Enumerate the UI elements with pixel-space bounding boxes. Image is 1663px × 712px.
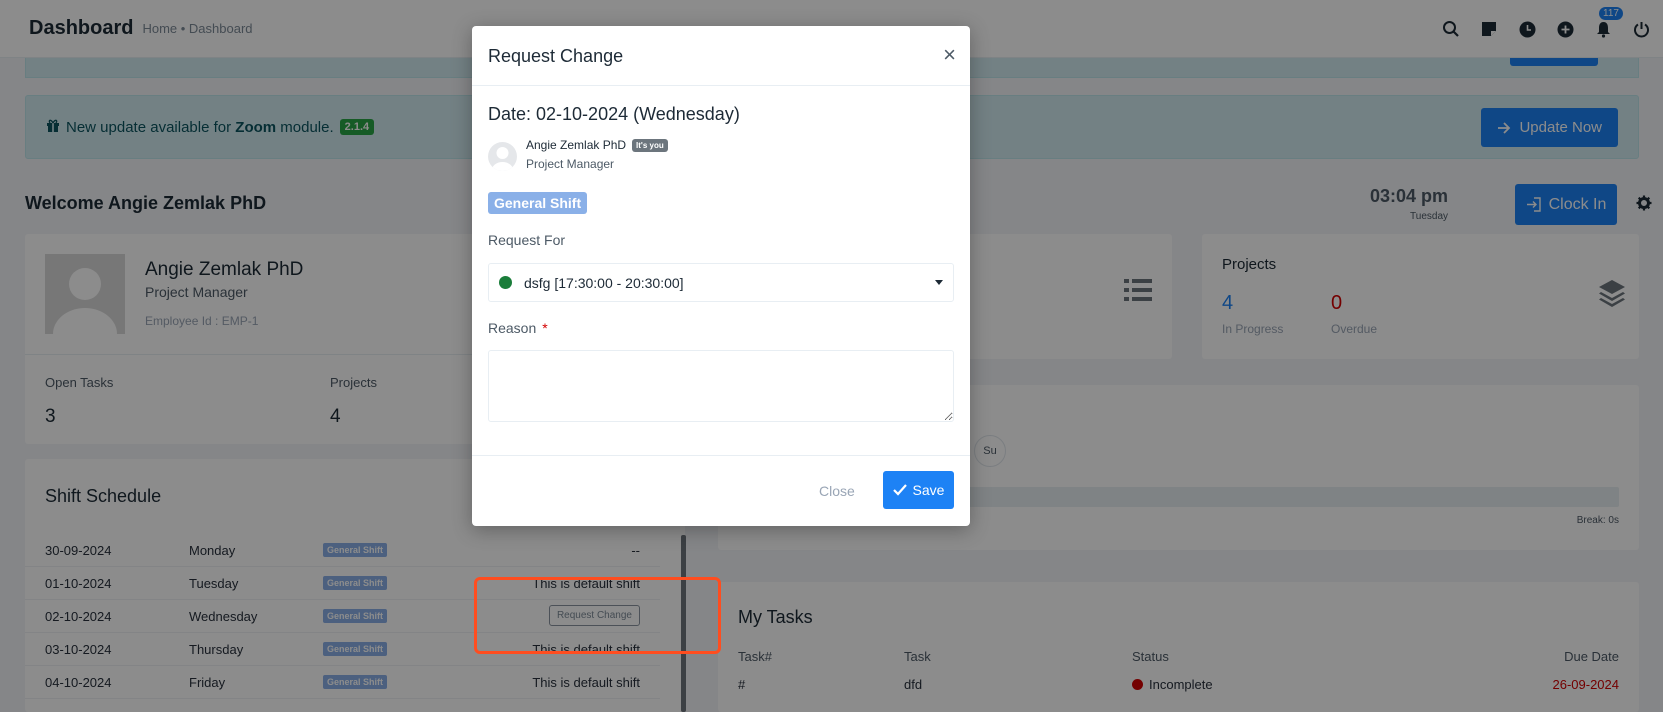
- reason-label-text: Reason: [488, 320, 537, 336]
- request-change-modal: Request Change × Date: 02-10-2024 (Wedne…: [472, 26, 970, 526]
- close-icon[interactable]: ×: [943, 44, 956, 66]
- modal-title: Request Change: [488, 46, 624, 66]
- modal-user-role: Project Manager: [526, 157, 615, 171]
- modal-header: Request Change ×: [472, 26, 970, 86]
- request-for-label: Request For: [488, 232, 566, 248]
- close-button[interactable]: Close: [819, 483, 855, 499]
- modal-user-name: Angie Zemlak PhD It's you: [526, 138, 668, 152]
- reason-label: Reason *: [488, 320, 548, 336]
- its-you-badge: It's you: [632, 139, 668, 152]
- shift-color-dot-icon: [499, 276, 512, 289]
- reason-textarea[interactable]: [488, 350, 954, 422]
- save-button[interactable]: Save: [883, 471, 954, 509]
- request-for-value: dsfg [17:30:00 - 20:30:00]: [524, 274, 684, 291]
- modal-footer: Close Save: [472, 455, 970, 526]
- modal-user-name-text: Angie Zemlak PhD: [526, 138, 627, 152]
- request-for-select[interactable]: dsfg [17:30:00 - 20:30:00]: [488, 263, 954, 302]
- chevron-down-icon: [935, 280, 943, 285]
- check-icon: [892, 484, 907, 496]
- save-label: Save: [912, 482, 945, 498]
- general-shift-badge: General Shift: [488, 192, 588, 214]
- modal-date: Date: 02-10-2024 (Wednesday): [488, 104, 740, 124]
- avatar: [488, 142, 517, 171]
- required-mark: *: [542, 320, 548, 336]
- request-change-highlight: [474, 577, 721, 654]
